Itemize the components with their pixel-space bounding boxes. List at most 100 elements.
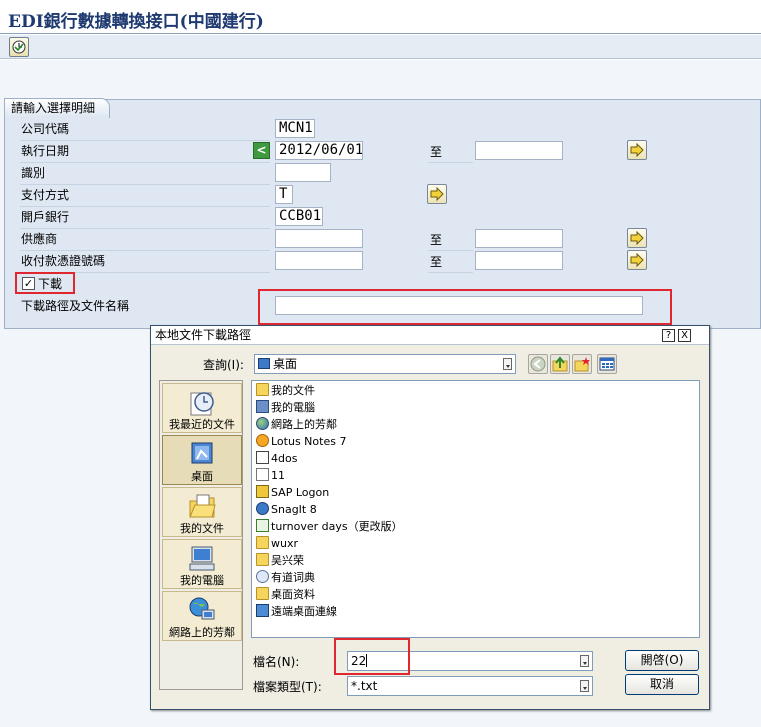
list-item[interactable]: wuxr (256, 536, 298, 553)
place-my-computer[interactable]: 我的電腦 (162, 539, 242, 589)
network-icon (256, 417, 269, 430)
exec-date-from-input[interactable]: 2012/06/01 (275, 141, 363, 160)
payment-method-multiple-button[interactable] (427, 184, 447, 204)
execute-button[interactable] (9, 37, 29, 57)
vendor-from-input[interactable] (275, 229, 363, 248)
list-item[interactable]: 我的電腦 (256, 400, 315, 417)
row-divider (20, 228, 270, 229)
exec-date-option-button[interactable]: < (253, 142, 270, 159)
file-list[interactable]: 我的文件 我的電腦 網路上的芳鄰 Lotus Notes 7 4dos 11 S… (251, 380, 700, 638)
download-path-label: 下載路徑及文件名稱 (21, 299, 130, 313)
row-divider (20, 184, 270, 185)
list-item[interactable]: turnover days（更改版） (256, 519, 403, 536)
exec-date-multiple-button[interactable] (627, 140, 647, 160)
filetype-label: 檔案類型(T): (253, 680, 322, 694)
view-menu-button[interactable] (597, 354, 617, 374)
multiple-selection-arrow-icon (630, 231, 644, 245)
place-recent[interactable]: 我最近的文件 (162, 383, 242, 433)
row-divider (20, 140, 270, 141)
exec-date-to-input[interactable] (475, 141, 563, 160)
row-divider (20, 162, 270, 163)
back-button[interactable] (528, 354, 548, 374)
shortcut-icon (256, 451, 269, 464)
lookin-combo[interactable]: 桌面 (254, 354, 516, 374)
execute-clock-icon (12, 40, 26, 54)
list-item[interactable]: 桌面资料 (256, 587, 315, 604)
payment-method-input[interactable]: T (275, 185, 293, 204)
page-title: EDI銀行數據轉換接口(中國建行) (8, 12, 264, 32)
doc-number-to-label: 至 (430, 255, 443, 269)
identifier-input[interactable] (275, 163, 331, 182)
multiple-selection-arrow-icon (630, 143, 644, 157)
computer-icon (256, 400, 269, 413)
list-item[interactable]: 4dos (256, 451, 297, 468)
place-label: 我的電腦 (180, 574, 224, 587)
multiple-selection-arrow-icon (630, 253, 644, 267)
snagit-icon (256, 502, 269, 515)
place-label: 我最近的文件 (169, 418, 235, 431)
network-places-icon (189, 597, 215, 620)
folder-icon (256, 553, 269, 566)
view-menu-icon (599, 357, 615, 371)
place-network[interactable]: 網路上的芳鄰 (162, 591, 242, 641)
exec-date-label: 執行日期 (21, 144, 70, 158)
lookin-value: 桌面 (273, 357, 298, 371)
doc-number-to-input[interactable] (475, 251, 563, 270)
chevron-down-icon[interactable] (503, 358, 512, 370)
vendor-to-label: 至 (430, 233, 443, 247)
list-item[interactable]: SnagIt 8 (256, 502, 317, 519)
vendor-multiple-button[interactable] (627, 228, 647, 248)
filename-label: 檔名(N): (253, 655, 300, 669)
list-item[interactable]: SAP Logon (256, 485, 329, 502)
dialog-close-button[interactable]: X (678, 329, 691, 342)
up-folder-button[interactable] (550, 354, 570, 374)
filetype-combo[interactable]: *.txt (347, 676, 593, 696)
doc-number-label: 收付款憑證號碼 (21, 254, 106, 268)
list-item[interactable]: 吴兴荣 (256, 553, 304, 570)
lookin-label: 查詢(I): (203, 358, 244, 372)
vendor-to-input[interactable] (475, 229, 563, 248)
list-item[interactable]: 有道词典 (256, 570, 315, 587)
list-item[interactable]: 11 (256, 468, 285, 485)
chevron-down-icon[interactable] (580, 655, 589, 667)
download-path-input[interactable] (275, 296, 643, 315)
open-button[interactable]: 開啓(O) (625, 650, 699, 671)
folder-icon (256, 536, 269, 549)
chevron-down-icon[interactable] (580, 680, 589, 692)
spreadsheet-icon (256, 519, 269, 532)
cancel-button[interactable]: 取消 (625, 674, 699, 695)
new-folder-button[interactable] (572, 354, 592, 374)
new-folder-icon (574, 357, 590, 372)
doc-number-from-input[interactable] (275, 251, 363, 270)
list-item[interactable]: 遠端桌面連線 (256, 604, 337, 621)
dialog-title: 本地文件下載路徑 (151, 326, 709, 345)
filename-highlight-box (334, 638, 410, 675)
place-desktop[interactable]: 桌面 (162, 435, 242, 485)
up-folder-icon (552, 356, 568, 372)
house-bank-input[interactable]: CCB01 (275, 207, 323, 226)
my-computer-icon (189, 546, 215, 571)
company-code-input[interactable]: MCN1 (275, 119, 315, 138)
row-divider (428, 272, 473, 273)
list-item[interactable]: 我的文件 (256, 383, 315, 400)
document-icon (256, 468, 269, 481)
multiple-selection-arrow-icon (430, 187, 444, 201)
dialog-help-button[interactable]: ? (662, 329, 675, 342)
dictionary-icon (256, 570, 269, 583)
vendor-label: 供應商 (21, 232, 58, 246)
list-item[interactable]: Lotus Notes 7 (256, 434, 346, 451)
download-label: 下載 (38, 277, 63, 291)
download-checkbox[interactable]: ✓ (22, 277, 35, 290)
exec-date-to-label: 至 (430, 145, 443, 159)
place-label: 網路上的芳鄰 (169, 626, 235, 639)
lotus-notes-icon (256, 434, 269, 447)
house-bank-label: 開戶銀行 (21, 210, 70, 224)
recent-clock-icon (190, 392, 214, 416)
selection-panel-title: 請輸入選擇明細 (4, 98, 111, 118)
place-my-documents[interactable]: 我的文件 (162, 487, 242, 537)
filetype-value: *.txt (351, 679, 378, 693)
company-code-label: 公司代碼 (21, 122, 70, 136)
doc-number-multiple-button[interactable] (627, 250, 647, 270)
places-bar: 我最近的文件 桌面 我的文件 我的電腦 網路上的芳鄰 (159, 380, 243, 690)
list-item[interactable]: 網路上的芳鄰 (256, 417, 337, 434)
